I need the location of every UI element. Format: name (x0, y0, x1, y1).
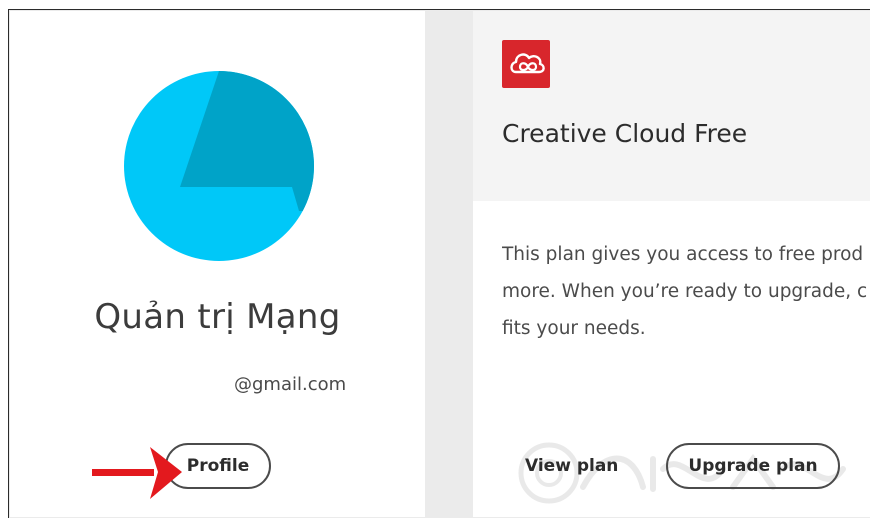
plan-description: This plan gives you access to free prod … (502, 236, 870, 347)
red-arrow-icon (92, 447, 182, 499)
plan-card: Creative Cloud Free This plan gives you … (473, 11, 870, 517)
avatar (124, 71, 314, 261)
user-email: @gmail.com (234, 374, 347, 395)
view-plan-button[interactable]: View plan (513, 444, 630, 488)
plan-description-line: fits your needs. (502, 318, 646, 339)
plan-description-line: more. When you’re ready to upgrade, c (502, 281, 868, 302)
geometric-avatar-icon (124, 71, 314, 261)
user-name: Quản trị Mạng (94, 297, 341, 337)
account-page: Quản trị Mạng @gmail.com Profile Creativ… (8, 9, 870, 518)
plan-description-line: This plan gives you access to free prod (502, 244, 864, 265)
profile-panel: Quản trị Mạng @gmail.com Profile (10, 11, 425, 517)
upgrade-plan-button[interactable]: Upgrade plan (666, 443, 840, 489)
plan-title: Creative Cloud Free (502, 119, 748, 148)
creative-cloud-logo-icon (502, 40, 550, 88)
plan-header: Creative Cloud Free (473, 11, 870, 201)
